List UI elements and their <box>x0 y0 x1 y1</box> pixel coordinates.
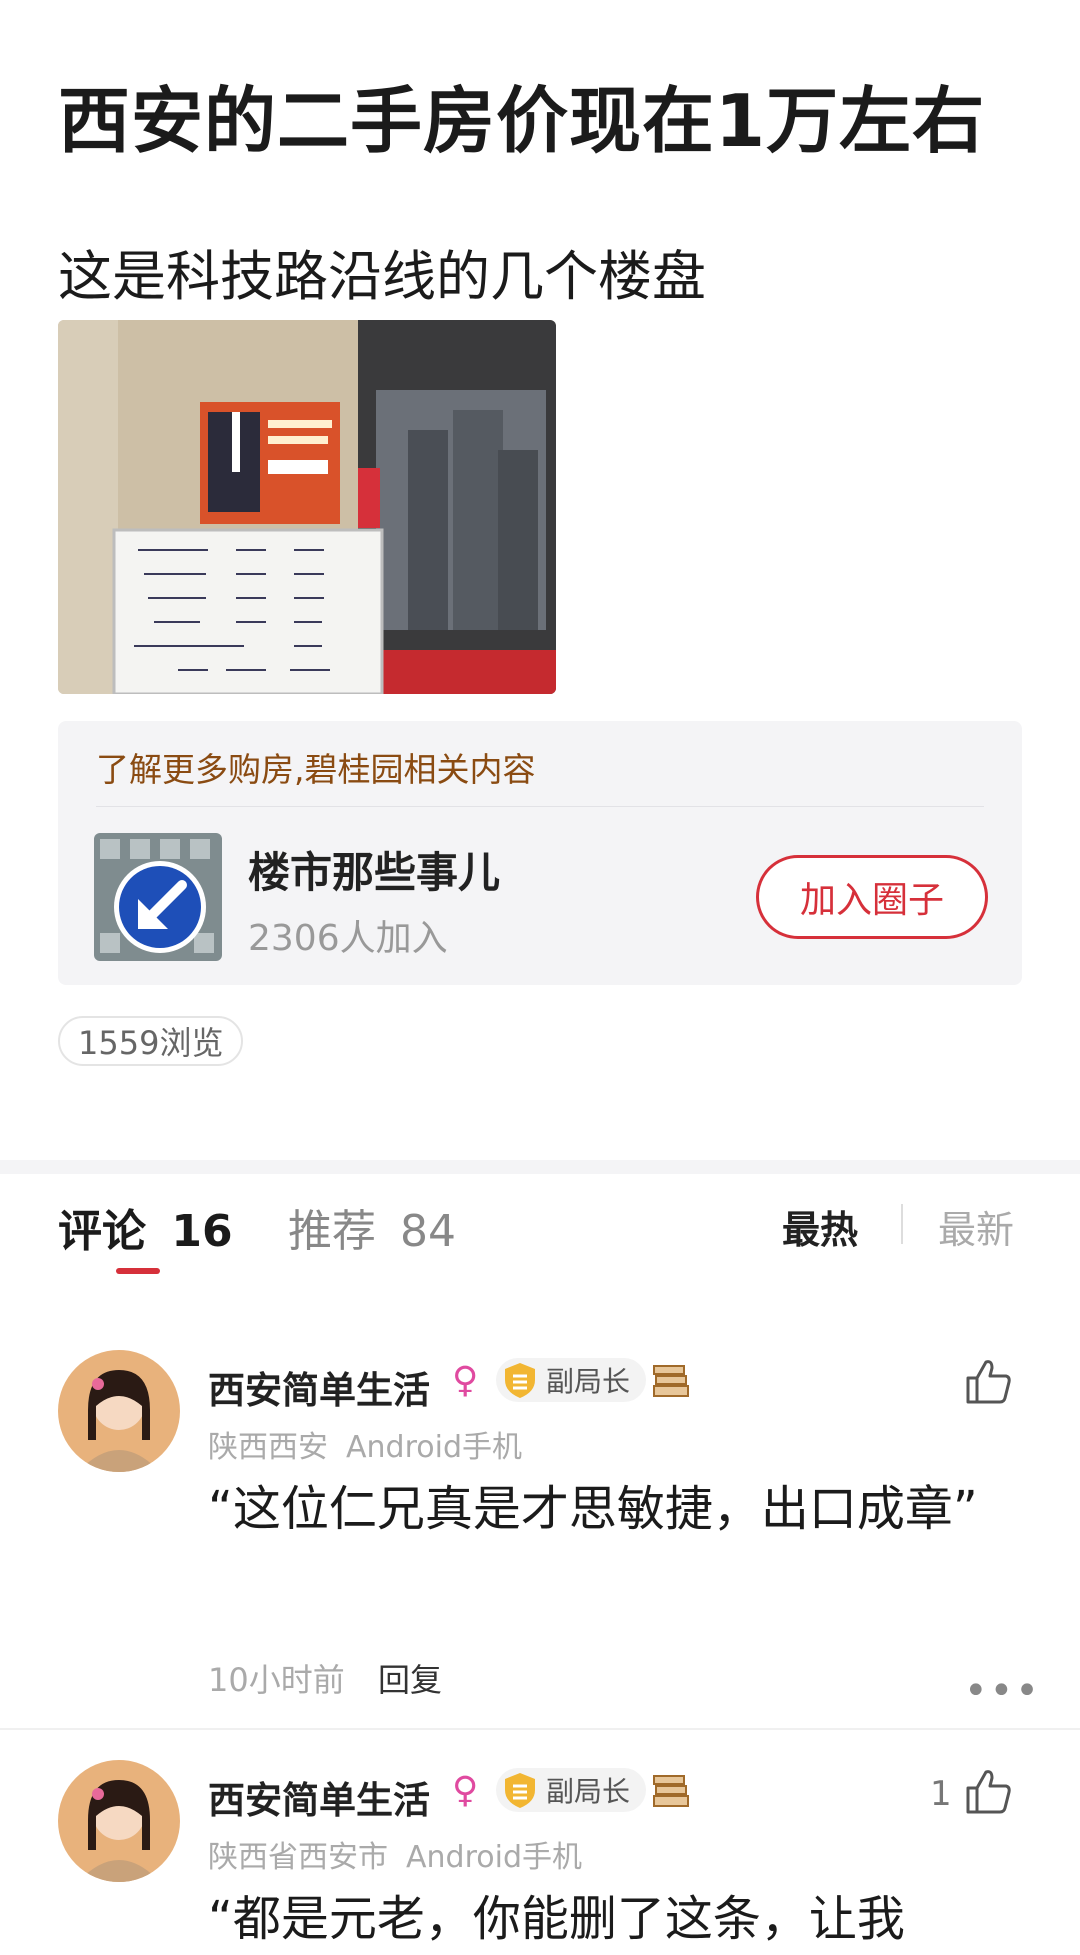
shield-icon <box>505 1363 535 1398</box>
rank-badge[interactable]: 副局长 <box>496 1358 647 1402</box>
comment-time: 10小时前 <box>208 1661 345 1699</box>
avatar[interactable] <box>58 1760 180 1882</box>
comment-location: 陕西西安 <box>208 1430 328 1465</box>
rank-badge-label: 副局长 <box>546 1775 631 1808</box>
books-icon[interactable] <box>650 1360 694 1402</box>
tab-recommend[interactable]: 推荐 84 <box>288 1195 456 1259</box>
tab-recommend-count: 84 <box>400 1206 456 1257</box>
comment-item: 西安简单生活 ♀ 副局长 陕西省西安市 Android手机 “都是元老，你能删了这… <box>0 1760 1080 1955</box>
like-count: 1 <box>930 1774 952 1814</box>
view-count-badge: 1559浏览 <box>58 1016 244 1066</box>
reply-button[interactable]: 回复 <box>378 1655 442 1701</box>
female-icon: ♀ <box>452 1770 479 1811</box>
join-circle-button[interactable]: 加入圈子 <box>756 855 988 939</box>
sort-hot-button[interactable]: 最热 <box>782 1199 858 1254</box>
comment-meta: 陕西省西安市 Android手机 <box>208 1832 582 1876</box>
post-title: 西安的二手房价现在1万左右 <box>58 79 986 163</box>
more-options-icon[interactable]: ••• <box>964 1668 1041 1714</box>
circle-name[interactable]: 楼市那些事儿 <box>248 839 500 900</box>
section-divider <box>0 1160 1080 1174</box>
related-content-card[interactable]: 了解更多购房,碧桂园相关内容 楼市那些事儿 2306人加入 加入圈子 <box>58 721 1022 985</box>
tab-comments[interactable]: 评论 16 <box>58 1195 233 1259</box>
comment-device: Android手机 <box>346 1430 522 1465</box>
post-photo[interactable] <box>58 320 556 694</box>
divider <box>96 806 984 807</box>
tab-comments-label: 评论 <box>58 1206 146 1257</box>
books-icon[interactable] <box>650 1770 694 1812</box>
circle-member-count: 2306人加入 <box>248 918 448 959</box>
comment-divider <box>0 1728 1080 1730</box>
tab-comments-count: 16 <box>171 1206 233 1257</box>
active-tab-indicator <box>116 1268 160 1274</box>
female-icon: ♀ <box>452 1360 479 1401</box>
shield-icon <box>505 1773 535 1808</box>
comment-username[interactable]: 西安简单生活 <box>208 1770 430 1824</box>
comment-username[interactable]: 西安简单生活 <box>208 1360 430 1414</box>
circle-icon[interactable] <box>94 833 222 961</box>
sort-separator <box>901 1204 903 1244</box>
comment-meta: 陕西西安 Android手机 <box>208 1422 522 1466</box>
comment-text: “都是元老，你能删了这条，让我 <box>208 1891 905 1947</box>
comment-text: “这位仁兄真是才思敏捷，出口成章” <box>208 1481 978 1537</box>
rank-badge[interactable]: 副局长 <box>496 1768 647 1812</box>
comment-item: 西安简单生活 ♀ 副局长 陕西西安 Android手机 “这位仁兄真是才思敏捷，出… <box>0 1350 1080 1714</box>
sort-new-button[interactable]: 最新 <box>938 1199 1014 1254</box>
avatar[interactable] <box>58 1350 180 1472</box>
comment-location: 陕西省西安市 <box>208 1840 388 1875</box>
thumbs-up-icon[interactable] <box>962 1356 1014 1408</box>
rank-badge-label: 副局长 <box>546 1365 631 1398</box>
post-body-text: 这是科技路沿线的几个楼盘 <box>58 245 706 308</box>
related-title[interactable]: 了解更多购房,碧桂园相关内容 <box>96 743 536 791</box>
comment-device: Android手机 <box>406 1840 582 1875</box>
thumbs-up-icon[interactable] <box>962 1766 1014 1818</box>
tab-recommend-label: 推荐 <box>288 1206 376 1257</box>
